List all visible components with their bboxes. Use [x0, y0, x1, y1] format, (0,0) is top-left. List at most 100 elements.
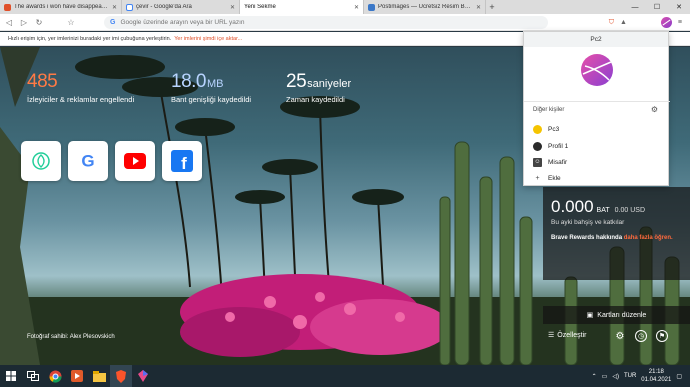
time-label: Zaman kaydedildi [286, 95, 345, 104]
network-icon[interactable]: ▭ [602, 373, 608, 380]
guest-icon: ☺ [533, 157, 542, 167]
profile-pc3-icon [533, 124, 542, 134]
taskbar-clock[interactable]: 21:18 01.04.2021 [641, 368, 671, 384]
profile-item-guest[interactable]: ☺ Misafir [533, 156, 567, 168]
postimages-icon [368, 3, 375, 11]
rewards-learn-more-link[interactable]: daha fazla öğren. [624, 235, 673, 241]
top-site-google[interactable]: G [68, 141, 108, 181]
reload-icon[interactable]: ↻ [33, 16, 45, 28]
svg-text:G: G [81, 152, 94, 171]
edit-cards-icon: ▣ [586, 312, 594, 319]
stat-bandwidth-saved: 18.0MB Bant genişliği kaydedildi [171, 71, 251, 104]
bandwidth-unit: MB [206, 78, 224, 90]
google-icon: G [81, 152, 94, 171]
top-sites: G f [21, 141, 202, 181]
current-profile-avatar [581, 54, 613, 86]
tab-new-tab[interactable]: Yeni Sekme ✕ [240, 0, 364, 14]
clock-date: 01.04.2021 [641, 377, 672, 383]
windows-start-icon[interactable] [0, 365, 22, 387]
bottom-toolbar: ⚙ ◷ ⚑ [614, 330, 668, 342]
tab-strip: The awards i won have disappeared - B ✕ … [0, 0, 690, 14]
top-site-robinhood[interactable] [21, 141, 61, 181]
tab-postimages[interactable]: Postimages — Ücretsiz Resim Barındır ✕ [364, 0, 486, 14]
edit-cards-button[interactable]: ▣ Kartları düzenle [543, 306, 690, 324]
brave-community-icon [4, 3, 11, 11]
tab-title: Yeni Sekme [244, 4, 276, 10]
address-input[interactable] [120, 19, 421, 26]
svg-text:f: f [181, 154, 187, 172]
chrome-icon[interactable] [44, 365, 66, 387]
edit-cards-label: Kartları düzenle [597, 311, 647, 319]
menu-icon[interactable]: ≡ [678, 19, 682, 26]
close-tab-icon[interactable]: ✕ [476, 4, 481, 11]
rewards-note: Brave Rewards hakkında daha fazla öğren. [551, 234, 682, 243]
rewards-subtitle: Bu ayki bahşiş ve katkılar [551, 219, 625, 226]
rewards-usd: 0.00 USD [614, 207, 646, 214]
bookmarks-icon[interactable]: ⚑ [656, 330, 668, 342]
toolbar-right: ⛉ ▲ ≡ [609, 16, 682, 29]
facebook-icon: f [171, 150, 193, 172]
close-tab-icon[interactable]: ✕ [112, 4, 117, 11]
brave-rewards-icon[interactable]: ▲ [620, 19, 627, 26]
manage-profiles-gear-icon[interactable]: ⚙ [651, 105, 658, 114]
profile-item-label: Ekle [548, 174, 561, 182]
rewards-note-text: Brave Rewards hakkında [551, 235, 624, 241]
tab-brave-community[interactable]: The awards i won have disappeared - B ✕ [0, 0, 122, 14]
windows-taskbar: ⌃ ▭ ◁) TUR 21:18 01.04.2021 ▢ [0, 365, 690, 387]
new-tab-button[interactable]: + [486, 0, 498, 14]
profile-avatar-icon [582, 61, 612, 81]
media-player-icon[interactable] [66, 365, 88, 387]
robinhood-icon [32, 152, 50, 170]
file-explorer-icon[interactable] [88, 365, 110, 387]
stat-trackers-blocked: 485 İzleyiciler & reklamlar engellendi [27, 71, 134, 104]
tray-chevron-icon[interactable]: ⌃ [592, 373, 597, 380]
profile-item-add[interactable]: + Ekle [533, 172, 561, 184]
other-people-label: Diğer kişiler [533, 107, 565, 113]
photo-credit[interactable]: Fotoğraf sahibi: Alex Plesovskich [27, 334, 115, 340]
google-icon: G [110, 19, 116, 26]
google-icon [126, 3, 133, 11]
task-view-icon[interactable] [22, 365, 44, 387]
store-icon[interactable] [132, 365, 154, 387]
back-icon[interactable]: ◁ [3, 16, 15, 28]
rewards-card: 0.000 BAT 0.00 USD Bu ayki bahşiş ve katkı… [543, 187, 690, 280]
top-site-facebook[interactable]: f [162, 141, 202, 181]
trackers-count: 485 [27, 71, 58, 92]
profile-avatar-button[interactable] [660, 17, 672, 28]
close-tab-icon[interactable]: ✕ [354, 4, 359, 11]
settings-gear-icon[interactable]: ⚙ [614, 330, 626, 342]
brave-shields-icon[interactable]: ⛉ [609, 19, 614, 27]
profile-item-pc3[interactable]: Pc3 [533, 123, 559, 135]
address-bar[interactable]: G [104, 16, 548, 29]
profile-item-label: Pc3 [548, 125, 560, 133]
time-unit: saniyeler [307, 78, 352, 90]
bandwidth-label: Bant genişliği kaydedildi [171, 95, 252, 104]
close-tab-icon[interactable]: ✕ [230, 4, 235, 11]
input-language[interactable]: TUR [624, 373, 636, 379]
tab-google-search[interactable]: çevir - Google'da Ara ✕ [122, 0, 240, 14]
forward-icon[interactable]: ▷ [18, 16, 30, 28]
clock-time: 21:18 [648, 369, 664, 375]
youtube-icon [124, 153, 146, 169]
import-bookmarks-link[interactable]: Yer imlerini şimdi içe aktar... [174, 36, 242, 42]
notifications-icon[interactable]: ▢ [676, 373, 682, 380]
history-icon[interactable]: ◷ [635, 330, 647, 342]
time-value: 25 [286, 71, 307, 92]
divider [524, 101, 670, 102]
volume-icon[interactable]: ◁) [612, 373, 619, 380]
customize-button[interactable]: ☰ Özelleştir [548, 331, 586, 340]
top-site-youtube[interactable] [115, 141, 155, 181]
maximize-icon[interactable]: ☐ [646, 0, 668, 14]
close-window-icon[interactable]: ✕ [668, 0, 690, 14]
trackers-label: İzleyiciler & reklamlar engellendi [27, 95, 135, 104]
add-icon: + [535, 174, 540, 182]
browser-toolbar: ◁ ▷ ↻ ☆ G ⛉ ▲ ≡ [0, 14, 690, 31]
minimize-icon[interactable]: — [624, 0, 646, 14]
bookmark-page-icon[interactable]: ☆ [65, 16, 77, 28]
rewards-currency: BAT [596, 207, 610, 214]
bandwidth-value: 18.0 [171, 71, 206, 92]
profile-item-label: Misafir [548, 158, 568, 166]
brave-taskbar-icon[interactable] [110, 365, 132, 387]
tab-title: Postimages — Ücretsiz Resim Barındır [378, 4, 473, 10]
profile-item-profil-1[interactable]: Profil 1 [533, 140, 568, 152]
